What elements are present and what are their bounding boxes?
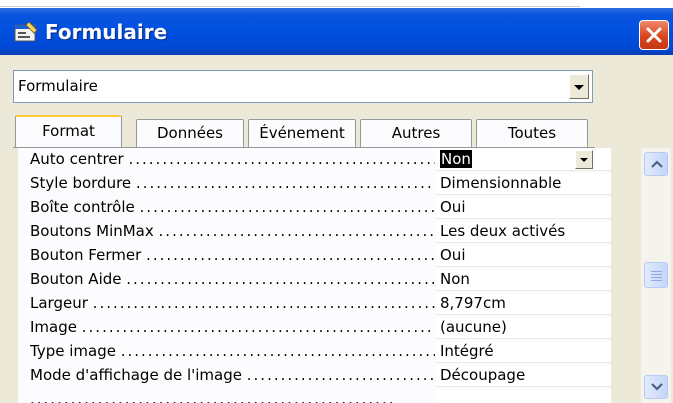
- desktop-strip: [0, 0, 673, 8]
- object-selector-dropdown-button[interactable]: [569, 74, 589, 99]
- property-value[interactable]: Non: [436, 269, 611, 291]
- property-value[interactable]: Dimensionnable: [436, 173, 611, 195]
- property-label: Bouton Fermer: [30, 246, 142, 264]
- property-row[interactable]: Boutons MinMax .........................…: [18, 220, 611, 244]
- property-label: Auto centrer: [30, 150, 124, 168]
- property-label: Mode d'affichage de l'image: [30, 366, 242, 384]
- property-value[interactable]: Oui: [436, 197, 611, 219]
- object-selector[interactable]: Formulaire: [13, 70, 593, 103]
- property-label: Boîte contrôle: [30, 198, 135, 216]
- property-label: Boutons MinMax: [30, 222, 154, 240]
- tab-toutes[interactable]: Toutes: [476, 119, 588, 147]
- title-bar[interactable]: Formulaire: [0, 8, 673, 55]
- property-grid: Auto centrer ...........................…: [18, 148, 611, 403]
- property-value[interactable]: 8,797cm: [436, 293, 611, 315]
- property-sheet: Formulaire Format Données Événement Autr…: [0, 55, 673, 403]
- property-row[interactable]: Bouton Aide ............................…: [18, 268, 611, 292]
- chevron-down-icon: [651, 383, 663, 391]
- property-value[interactable]: Oui: [436, 245, 611, 267]
- vertical-scrollbar[interactable]: [640, 148, 671, 403]
- property-label: Style bordure: [30, 174, 132, 192]
- property-value[interactable]: (aucune): [436, 317, 611, 339]
- property-value[interactable]: Découpage: [436, 365, 611, 387]
- property-label: Type image: [30, 342, 116, 360]
- property-row[interactable]: Image ..................................…: [18, 316, 611, 340]
- chevron-up-icon: [651, 160, 663, 168]
- property-label: Image: [30, 318, 77, 336]
- property-row[interactable]: Style bordure ..........................…: [18, 172, 611, 196]
- property-row[interactable]: Boîte contrôle .........................…: [18, 196, 611, 220]
- property-value[interactable]: [436, 389, 611, 403]
- close-icon: [646, 27, 662, 43]
- scroll-down-button[interactable]: [644, 375, 668, 399]
- tab-autres[interactable]: Autres: [360, 119, 472, 147]
- property-label: Largeur: [30, 294, 88, 312]
- property-row[interactable]: Type image .............................…: [18, 340, 611, 364]
- property-row[interactable]: Largeur ................................…: [18, 292, 611, 316]
- property-row[interactable]: Auto centrer ...........................…: [18, 148, 611, 172]
- property-value[interactable]: Les deux activés: [436, 221, 611, 243]
- scroll-up-button[interactable]: [644, 152, 668, 176]
- property-value-text: Non: [440, 150, 472, 168]
- property-row-partial[interactable]: ........................................…: [18, 388, 611, 403]
- chevron-down-icon: [580, 158, 588, 162]
- tab-evenement[interactable]: Événement: [248, 119, 356, 147]
- property-row[interactable]: Bouton Fermer ..........................…: [18, 244, 611, 268]
- chevron-down-icon: [574, 85, 584, 90]
- property-value[interactable]: Intégré: [436, 341, 611, 363]
- window-title: Formulaire: [45, 20, 168, 44]
- property-value[interactable]: Non: [436, 149, 611, 171]
- form-properties-icon: [14, 21, 38, 42]
- scroll-thumb[interactable]: [644, 262, 668, 288]
- property-label: Bouton Aide: [30, 270, 122, 288]
- tab-donnees[interactable]: Données: [136, 119, 244, 147]
- property-row[interactable]: Mode d'affichage de l'image ............…: [18, 364, 611, 388]
- close-button[interactable]: [639, 20, 669, 50]
- property-dropdown-button[interactable]: [575, 150, 593, 169]
- object-selector-value: Formulaire: [18, 77, 98, 95]
- tab-format[interactable]: Format: [15, 115, 122, 147]
